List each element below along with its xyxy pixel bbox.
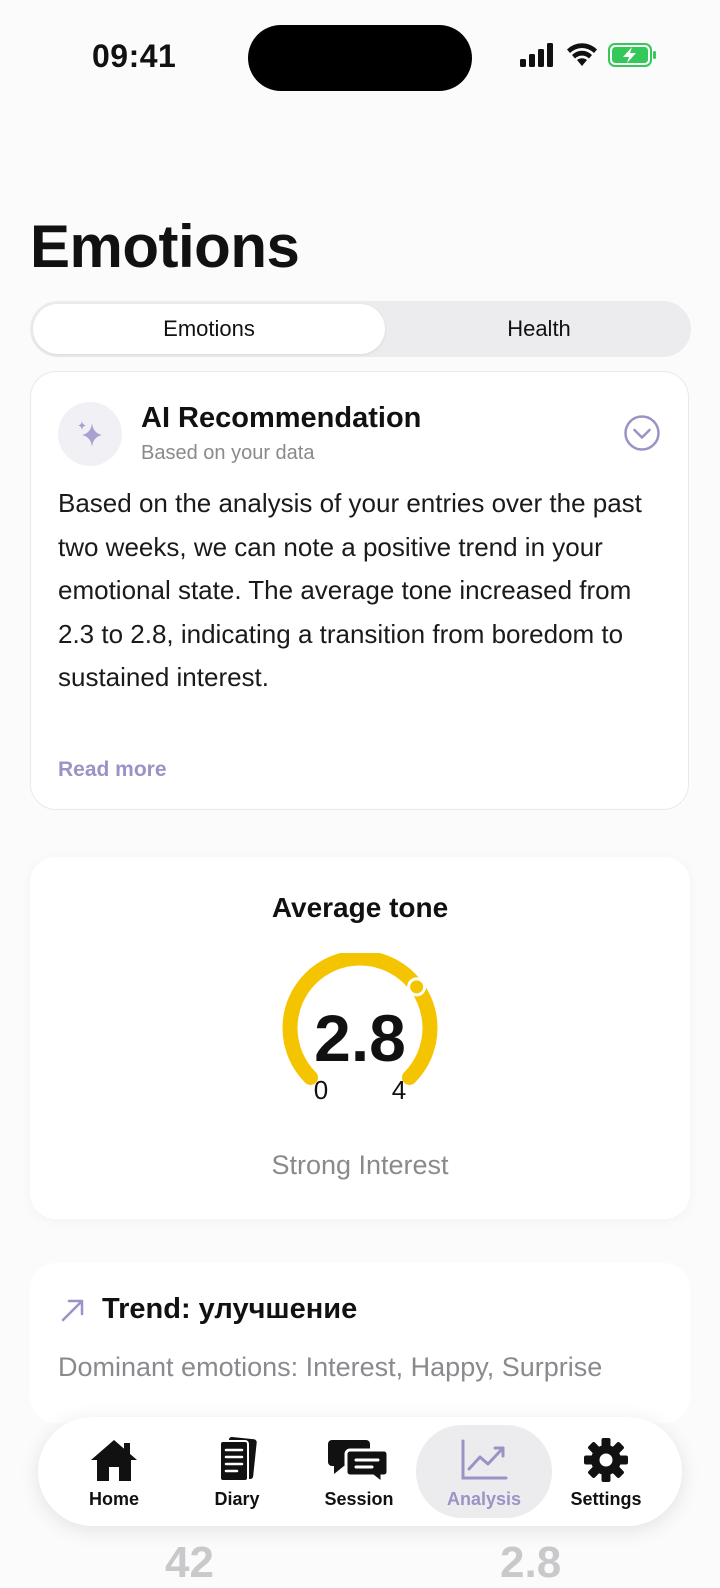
segment-emotions[interactable]: Emotions	[33, 304, 385, 354]
average-tone-card: Average tone 2.8 0 4 Strong Interest	[30, 857, 690, 1219]
tab-home[interactable]: Home	[52, 1425, 176, 1518]
tab-bar: Home Diary Session Analysis Settings	[38, 1417, 682, 1526]
chat-icon	[328, 1440, 390, 1484]
diary-icon	[219, 1436, 257, 1482]
gauge-min-label: 0	[314, 1075, 328, 1105]
trend-title: Trend: улучшение	[102, 1293, 358, 1325]
status-icons	[520, 42, 658, 68]
gauge-max-label: 4	[392, 1075, 406, 1105]
tab-diary[interactable]: Diary	[175, 1425, 299, 1518]
tone-label: Strong Interest	[271, 1150, 449, 1180]
tone-gauge: 2.8 0 4	[282, 953, 438, 1105]
tab-session-label: Session	[324, 1489, 394, 1509]
home-icon	[91, 1440, 137, 1481]
battery-charging-icon	[608, 43, 656, 67]
status-time: 09:41	[92, 38, 177, 74]
obscured-stat-value: 42	[165, 1538, 214, 1587]
ai-card-title: AI Recommendation	[141, 402, 422, 434]
tab-home-label: Home	[88, 1489, 139, 1509]
status-bar: 09:41	[0, 0, 720, 110]
chart-icon	[461, 1439, 508, 1480]
cellular-signal-icon	[520, 43, 553, 67]
tone-value: 2.8	[314, 1001, 406, 1075]
trend-card: Trend: улучшение Dominant emotions: Inte…	[30, 1263, 690, 1423]
arrow-up-right-icon	[61, 1299, 84, 1322]
ai-card-body: Based on the analysis of your entries ov…	[58, 488, 642, 692]
read-more-link[interactable]: Read more	[58, 758, 167, 782]
trend-subtitle: Dominant emotions: Interest, Happy, Surp…	[58, 1352, 603, 1382]
tone-card-title: Average tone	[271, 892, 449, 923]
gauge-indicator	[407, 977, 427, 997]
ai-card-subtitle: Based on your data	[141, 442, 315, 464]
tab-analysis-label: Analysis	[446, 1489, 522, 1509]
segment-health[interactable]: Health	[390, 304, 688, 354]
ai-recommendation-card: AI Recommendation Based on your data Bas…	[30, 371, 689, 810]
tab-settings-label: Settings	[570, 1489, 642, 1509]
dynamic-island	[248, 25, 472, 91]
sparkle-icon	[58, 402, 122, 466]
page-title: Emotions	[30, 213, 300, 280]
tab-diary-label: Diary	[214, 1489, 260, 1509]
tab-settings[interactable]: Settings	[544, 1425, 668, 1518]
wifi-icon	[567, 43, 597, 66]
tab-session[interactable]: Session	[297, 1425, 421, 1518]
chevron-down-icon[interactable]	[623, 414, 661, 452]
gear-icon	[584, 1438, 628, 1482]
segmented-control: Emotions Health	[30, 301, 691, 357]
obscured-stat-value: 2.8	[500, 1538, 562, 1587]
tab-analysis[interactable]: Analysis	[416, 1425, 552, 1518]
